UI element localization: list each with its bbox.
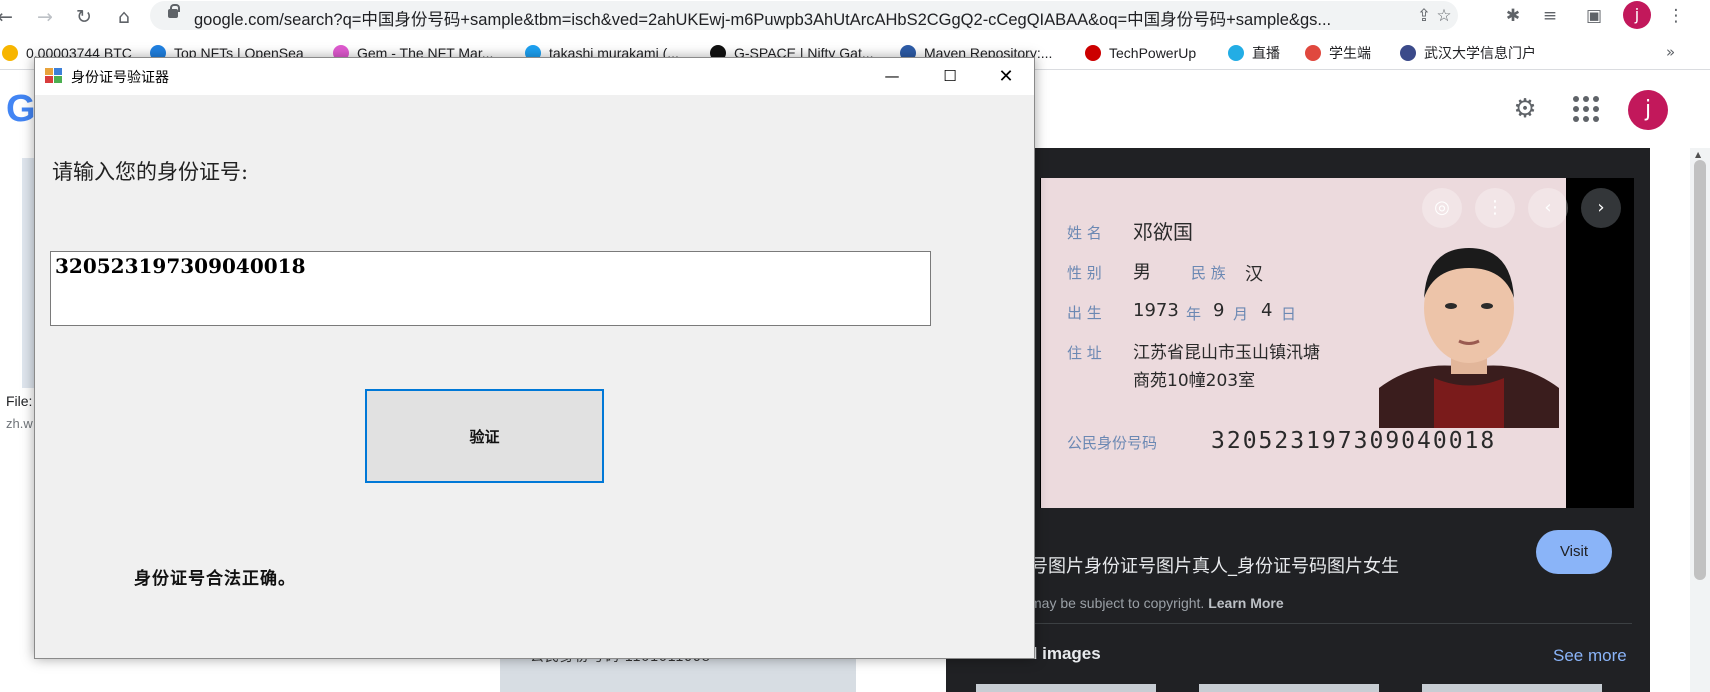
see-more-link[interactable]: See more: [1553, 646, 1627, 666]
scrollbar-thumb[interactable]: [1694, 160, 1706, 580]
profile-avatar[interactable]: j: [1623, 1, 1651, 29]
bookmark-star-icon[interactable]: ☆: [1432, 4, 1456, 28]
related-thumbnail[interactable]: [976, 684, 1156, 692]
related-thumbnail[interactable]: [1422, 684, 1602, 692]
settings-gear-icon[interactable]: ⚙: [1510, 94, 1540, 124]
previous-image-icon[interactable]: ‹: [1528, 188, 1568, 228]
forward-arrow-icon[interactable]: →: [32, 4, 58, 30]
techpowerup-icon: [1085, 45, 1101, 61]
bookmarks-overflow-icon[interactable]: »: [1666, 43, 1675, 61]
side-panel-icon[interactable]: ▣: [1581, 3, 1607, 29]
app-icon: [45, 68, 63, 84]
learn-more-link[interactable]: Learn More: [1208, 595, 1283, 611]
media-control-icon[interactable]: ≡: [1537, 3, 1563, 29]
maximize-icon[interactable]: ☐: [921, 58, 979, 95]
id-card-image[interactable]: 姓 名 邓欲国 性 别 男 民 族 汉 出 生 1973 年 9 月 4 日 住…: [1041, 178, 1566, 508]
whu-icon: [1400, 45, 1416, 61]
next-image-icon[interactable]: ›: [1581, 188, 1621, 228]
minimize-icon[interactable]: —: [863, 58, 921, 95]
back-arrow-icon[interactable]: ←: [0, 4, 18, 30]
validation-result-label: 身份证号合法正确。: [134, 569, 296, 589]
google-apps-icon[interactable]: [1573, 96, 1599, 122]
visual-search-icon[interactable]: ◎: [1422, 188, 1462, 228]
reload-icon[interactable]: ↻: [71, 4, 97, 30]
id-number-input[interactable]: 320523197309040018: [50, 251, 931, 326]
scroll-up-icon[interactable]: ▲: [1695, 150, 1701, 159]
student-portal-icon: [1305, 45, 1321, 61]
google-account-avatar[interactable]: j: [1628, 90, 1668, 130]
google-logo[interactable]: G: [6, 88, 36, 131]
chrome-menu-icon[interactable]: ⋮: [1663, 3, 1689, 29]
more-options-icon[interactable]: ⋮: [1475, 188, 1515, 228]
extensions-icon[interactable]: ✱: [1500, 3, 1526, 29]
divider: [976, 623, 1632, 624]
home-icon[interactable]: ⌂: [111, 4, 137, 30]
close-icon[interactable]: ✕: [977, 58, 1035, 95]
bookmark-item[interactable]: 直播: [1228, 43, 1280, 63]
window-titlebar[interactable]: 身份证号验证器 — ☐ ✕: [35, 58, 1034, 95]
bitcoin-icon: [2, 45, 18, 61]
preview-caption[interactable]: 号图片身份证号图片真人_身份证号码图片女生: [1030, 552, 1399, 578]
bookmark-item[interactable]: TechPowerUp: [1085, 43, 1196, 63]
input-prompt-label: 请输入您的身份证号:: [52, 160, 249, 184]
url-text[interactable]: google.com/search?q=中国身份号码+sample&tbm=is…: [194, 6, 1364, 30]
lock-icon: [168, 4, 180, 18]
visit-button[interactable]: Visit: [1536, 530, 1612, 574]
bilibili-icon: [1228, 45, 1244, 61]
related-thumbnail[interactable]: [1199, 684, 1379, 692]
copyright-notice: may be subject to copyright. Learn More: [1030, 595, 1284, 611]
page-scrollbar[interactable]: ▲: [1690, 148, 1710, 692]
browser-toolbar: ← → ↻ ⌂ google.com/search?q=中国身份号码+sampl…: [0, 0, 1710, 33]
verify-button[interactable]: 验证: [365, 389, 604, 483]
id-portrait-photo: [1379, 248, 1559, 428]
address-bar[interactable]: google.com/search?q=中国身份号码+sample&tbm=is…: [150, 1, 1458, 30]
bookmark-item[interactable]: 学生端: [1305, 43, 1371, 63]
result-source: zh.w: [6, 416, 33, 431]
id-verifier-window: 身份证号验证器 — ☐ ✕ 请输入您的身份证号: 320523197309040…: [34, 57, 1035, 659]
result-title[interactable]: File:: [6, 393, 32, 409]
window-title: 身份证号验证器: [71, 70, 169, 86]
bookmark-item[interactable]: 武汉大学信息门户: [1400, 43, 1536, 63]
